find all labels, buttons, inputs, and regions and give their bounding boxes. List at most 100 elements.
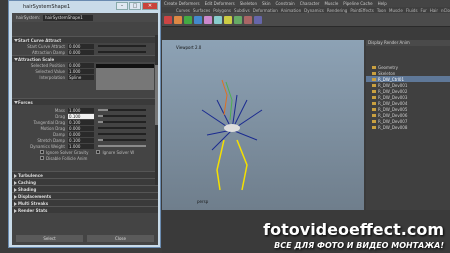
attr-slider[interactable] — [98, 109, 146, 111]
attr-value-field[interactable]: 0.100 — [68, 113, 94, 119]
attr-slider[interactable] — [98, 127, 146, 129]
shelf-tool-icon[interactable] — [244, 15, 252, 24]
attr-value-field[interactable]: 0.000 — [68, 131, 94, 137]
checkbox[interactable] — [40, 150, 44, 154]
section-caching[interactable]: Caching — [12, 178, 158, 185]
section-forces[interactable]: Forces — [12, 98, 158, 105]
attr-slider[interactable] — [98, 121, 146, 123]
attr-value-field[interactable]: 0.100 — [68, 137, 94, 143]
outliner-item-label: R_DW_Ctrl01 — [378, 76, 405, 82]
shelf-tool-icon[interactable] — [194, 15, 202, 24]
section-multi-streaks[interactable]: Multi Streaks — [12, 199, 158, 206]
persp-label: persp — [197, 199, 209, 204]
menu-item[interactable]: Edit Deformers — [205, 1, 235, 6]
shelf-tool-icon[interactable] — [224, 15, 232, 24]
folder-icon — [372, 83, 376, 87]
shelf-tab[interactable]: Dynamics — [304, 8, 324, 13]
section-attraction-scale[interactable]: Attraction Scale — [12, 55, 158, 62]
shelf-tool-icon[interactable] — [234, 15, 242, 24]
section-displacements[interactable]: Displacements — [12, 192, 158, 199]
attr-value-field[interactable]: 0.000 — [68, 49, 94, 55]
attr-value-field[interactable]: Spline — [68, 74, 94, 80]
shelf-tool-icon[interactable] — [164, 15, 172, 24]
attr-slider[interactable] — [98, 45, 146, 47]
folder-icon — [372, 95, 376, 99]
shelf-tool-icon[interactable] — [174, 15, 182, 24]
check-label: Ignore Solver Gravity — [46, 149, 89, 155]
shelf-tab[interactable]: Rendering — [327, 8, 347, 13]
shelf-tab[interactable]: Polygons — [213, 8, 231, 13]
shelf-tab[interactable]: Fur — [421, 8, 427, 13]
attr-value-field[interactable]: 1.000 — [68, 107, 94, 113]
folder-icon — [372, 89, 376, 93]
shelf-tab[interactable]: Subdivs — [234, 8, 250, 13]
attr-value-field[interactable]: 0.000 — [68, 43, 94, 49]
ostrich-character[interactable]: persp — [162, 40, 364, 210]
shelf-tab[interactable]: Toon — [377, 8, 386, 13]
section-start-curve-attract[interactable]: Start Curve Attract — [12, 36, 158, 43]
menu-item[interactable]: Help — [378, 1, 387, 6]
slider-fill — [98, 115, 103, 117]
node-name-field[interactable]: hairSystemShape1 — [43, 14, 94, 21]
shelf-tab[interactable]: Muscle — [389, 8, 403, 13]
attraction-rows: Selected Position 0.000 Selected Value 1.00… — [12, 62, 94, 90]
menu-item[interactable]: Muscle — [324, 1, 338, 6]
close-window-button[interactable]: ✕ — [142, 2, 158, 10]
menu-item[interactable]: Character — [300, 1, 320, 6]
attr-value-field[interactable]: 1.000 — [68, 68, 94, 74]
checkbox[interactable] — [40, 156, 44, 160]
attr-value-field[interactable]: 0.000 — [68, 62, 94, 68]
shelf-tool-icon[interactable] — [254, 15, 262, 24]
shelf-tab[interactable]: Animation — [281, 8, 301, 13]
shelf-tab[interactable]: Curves — [176, 8, 190, 13]
menu-item[interactable]: Constrain — [276, 1, 295, 6]
panel-scrollbar[interactable] — [155, 35, 158, 185]
shelf-tool-icon[interactable] — [204, 15, 212, 24]
maximize-button[interactable]: □ — [129, 2, 141, 10]
outliner-item[interactable]: R_DW_Dev008 — [366, 124, 450, 130]
attr-slider[interactable] — [98, 51, 146, 53]
checkbox[interactable] — [96, 150, 101, 154]
shelf-tab[interactable]: Surfaces — [193, 8, 210, 13]
shelf-tool-icon[interactable] — [214, 15, 222, 24]
outliner-panel: Display Render Anim Geometry Skeleton R_DW… — [366, 40, 450, 210]
outliner-header: Display Render Anim — [366, 40, 450, 46]
minimize-button[interactable]: – — [116, 2, 128, 10]
menu-item[interactable]: Skin — [262, 1, 271, 6]
shelf-tab[interactable]: Hair — [430, 8, 438, 13]
shelf-tool-icon[interactable] — [184, 15, 192, 24]
slider-fill — [98, 139, 103, 141]
node-bar: hairSystem: hairSystemShape1 — [12, 13, 158, 22]
outliner-item-label: R_DW_Dev003 — [378, 94, 408, 100]
attr-slider[interactable] — [98, 139, 146, 141]
close-button[interactable]: Close — [87, 235, 154, 242]
shelf-tab[interactable]: Fluids — [406, 8, 418, 13]
section-render-stats[interactable]: Render Stats — [12, 206, 158, 213]
shelf-tab[interactable]: Deformation — [253, 8, 278, 13]
attr-slider[interactable] — [98, 133, 146, 135]
menu-item[interactable]: Create Deformers — [164, 1, 200, 6]
menu-item[interactable]: Pipeline Cache — [343, 1, 372, 6]
section-shading[interactable]: Shading — [12, 185, 158, 192]
attr-value-field[interactable]: 0.000 — [68, 125, 94, 131]
attr-value-field[interactable]: 1.000 — [68, 143, 94, 149]
folder-icon — [372, 119, 376, 123]
section-turbulence[interactable]: Turbulence — [12, 171, 158, 178]
shelf-tab[interactable]: PaintEffects — [350, 8, 374, 13]
scroll-thumb[interactable] — [155, 65, 158, 125]
attr-slider[interactable] — [98, 115, 146, 117]
start-curve-rows: Start Curve Attract 0.000 Attraction Damp 0… — [12, 43, 158, 55]
attr-slider[interactable] — [98, 145, 146, 147]
viewport[interactable]: Viewport 2.0 persp — [162, 40, 364, 210]
attr-label: Dynamics Weight — [30, 143, 65, 149]
attr-label: Mass — [54, 107, 65, 113]
attraction-ramp-graph[interactable] — [96, 64, 154, 90]
attr-label: Start Curve Attract — [27, 43, 65, 49]
folder-icon — [372, 71, 376, 75]
attr-label: Attraction Damp — [32, 49, 65, 55]
attr-label: Selected Position — [30, 62, 65, 68]
select-button[interactable]: Select — [16, 235, 83, 242]
shelf-tab[interactable]: nCloth — [441, 8, 450, 13]
attr-value-field[interactable]: 0.100 — [68, 119, 94, 125]
menu-item[interactable]: Skeleton — [240, 1, 257, 6]
